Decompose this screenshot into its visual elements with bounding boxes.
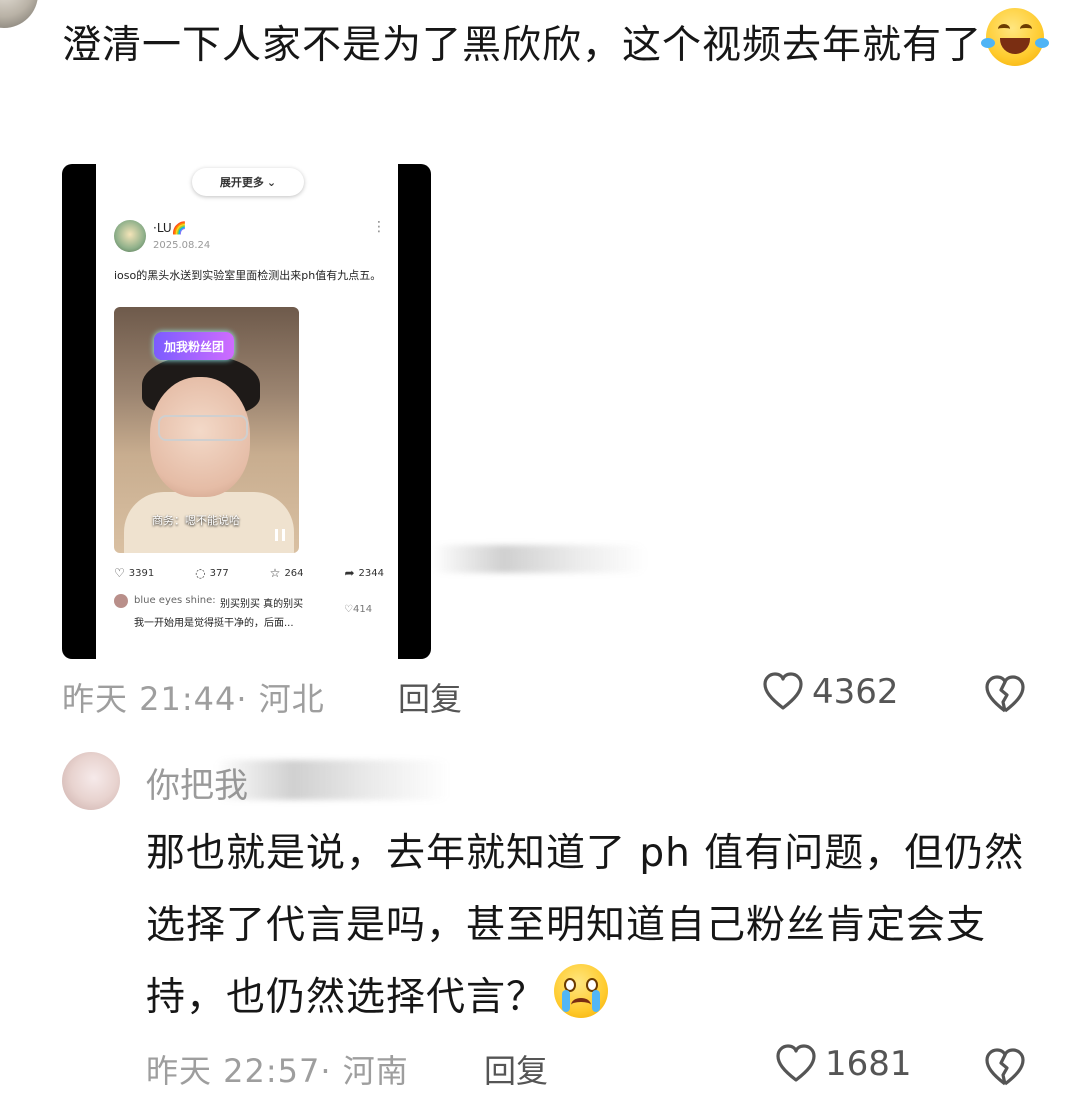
commenter-avatar[interactable] <box>0 0 38 28</box>
sub-comment-likes: ♡414 <box>344 604 373 615</box>
reply-meta: 昨天 22:57· 河南 <box>146 1052 409 1090</box>
like-button[interactable]: 1681 <box>775 1044 912 1084</box>
comment-meta: 昨天 21:44· 河北 <box>62 680 325 718</box>
heart-icon: ♡ <box>114 566 125 580</box>
post-stats: ♡ 3391 ◌ 377 ☆ 264 ➦ 2344 <box>114 566 384 580</box>
redaction-smudge <box>432 545 647 573</box>
heart-icon <box>776 1044 816 1082</box>
reply-button[interactable]: 回复 <box>484 1046 548 1092</box>
dislike-button[interactable] <box>983 1047 1027 1091</box>
like-count: 4362 <box>812 672 899 712</box>
share-icon: ➦ <box>344 566 355 580</box>
video-caption: 商务：嗯不能说哈 <box>152 514 240 527</box>
reply-button[interactable]: 回复 <box>398 674 462 720</box>
broken-heart-icon <box>985 675 1025 713</box>
more-icon: ⋮ <box>372 219 386 235</box>
dislike-button[interactable] <box>983 674 1027 718</box>
sub-comment-text: 别买别买 真的别买 <box>220 599 304 610</box>
pause-icon <box>275 529 285 541</box>
comment-text: 澄清一下人家不是为了黑欣欣，这个视频去年就有了 <box>62 8 1052 84</box>
like-count: 1681 <box>825 1044 912 1084</box>
sub-comment-text-2: 我一开始用是觉得挺干净的，后面... <box>134 618 294 629</box>
reply-text: 那也就是说，去年就知道了 ph 值有问题，但仍然选择了代言是吗，甚至明知道自己粉… <box>146 831 1025 1020</box>
like-button[interactable]: 4362 <box>762 672 899 712</box>
fan-club-badge: 加我粉丝团 <box>154 332 234 360</box>
post-date: 2025.08.24 <box>153 240 211 251</box>
sub-comment-user: blue eyes shine: <box>134 595 216 606</box>
face-with-tears-of-joy-icon <box>981 8 1050 66</box>
comment-image[interactable]: 展开更多 ⌄ ·LU🌈 2025.08.24 ⋮ ioso的黑头水送到实验室里面检… <box>62 164 431 659</box>
redaction-smudge <box>215 760 450 800</box>
sub-comment-avatar <box>114 594 128 608</box>
post-username: ·LU🌈 <box>153 221 187 235</box>
comment-icon: ◌ <box>195 566 206 580</box>
video-thumbnail: 加我粉丝团 商务：嗯不能说哈 <box>114 307 299 553</box>
reply-avatar[interactable] <box>62 752 120 810</box>
chevron-down-icon: ⌄ <box>266 175 277 189</box>
crying-face-icon <box>554 964 609 1018</box>
star-icon: ☆ <box>269 566 281 580</box>
expand-more-button: 展开更多 ⌄ <box>192 168 304 196</box>
post-avatar <box>114 220 146 252</box>
heart-icon <box>763 672 803 710</box>
broken-heart-icon <box>985 1048 1025 1086</box>
post-text: ioso的黑头水送到实验室里面检测出来ph值有九点五。 <box>114 269 382 282</box>
